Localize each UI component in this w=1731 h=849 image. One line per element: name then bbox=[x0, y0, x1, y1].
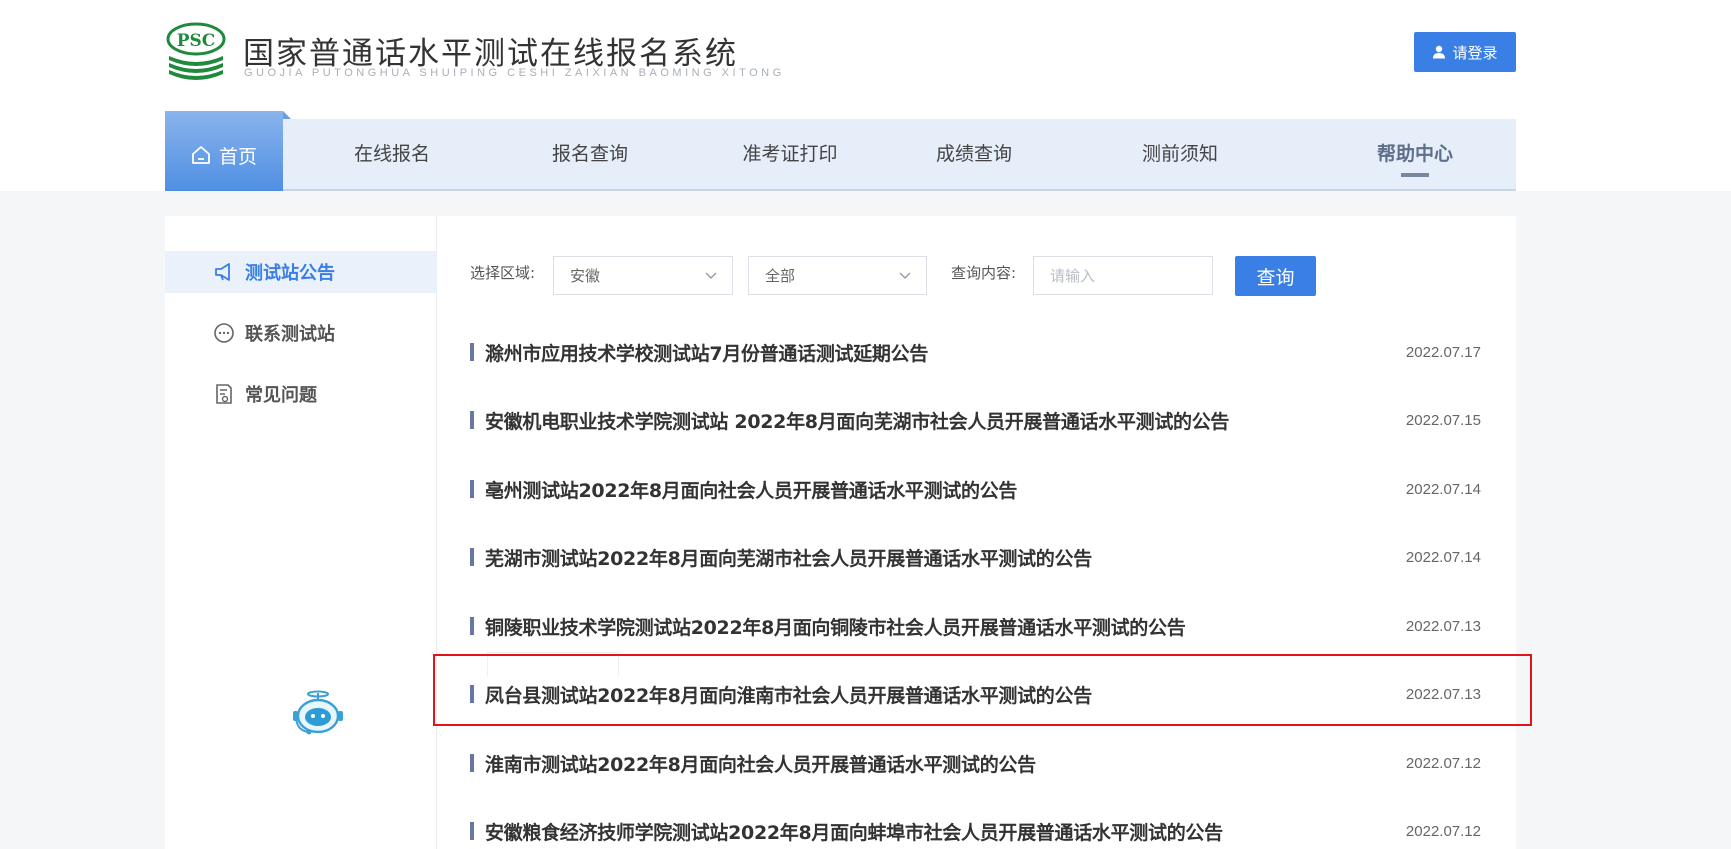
list-bullet bbox=[470, 343, 474, 361]
search-input[interactable] bbox=[1033, 256, 1213, 295]
city-select-value: 全部 bbox=[765, 267, 796, 285]
list-item-highlighted[interactable]: 凤台县测试站2022年8月面向淮南市社会人员开展普通话水平测试的公告 2022.… bbox=[470, 674, 1481, 714]
list-bullet bbox=[470, 617, 474, 635]
query-label: 查询内容: bbox=[951, 264, 1017, 282]
nav-pretest-notice[interactable]: 测前须知 bbox=[1125, 119, 1235, 189]
notice-date: 2022.07.12 bbox=[1405, 754, 1481, 772]
list-item[interactable]: 铜陵职业技术学院测试站2022年8月面向铜陵市社会人员开展普通话水平测试的公告 … bbox=[470, 606, 1481, 646]
notice-title: 安徽粮食经济技师学院测试站2022年8月面向蚌埠市社会人员开展普通话水平测试的公… bbox=[485, 821, 1223, 844]
nav-online-registration[interactable]: 在线报名 bbox=[337, 119, 447, 189]
notice-date: 2022.07.14 bbox=[1405, 548, 1481, 566]
home-icon bbox=[192, 146, 210, 164]
sidebar-item-label: 测试站公告 bbox=[245, 263, 335, 284]
province-select[interactable]: 安徽 bbox=[553, 256, 733, 295]
sidebar-item-faq[interactable]: 常见问题 bbox=[165, 373, 437, 415]
logo-badge-text: PSC bbox=[177, 31, 216, 51]
login-button[interactable]: 请登录 bbox=[1414, 32, 1516, 72]
robot-assistant-icon[interactable] bbox=[288, 690, 348, 740]
chevron-down-icon bbox=[705, 272, 717, 279]
nav-help-center[interactable]: 帮助中心 bbox=[1360, 119, 1470, 189]
notice-date: 2022.07.13 bbox=[1405, 617, 1481, 635]
list-bullet bbox=[470, 548, 474, 566]
notice-date: 2022.07.12 bbox=[1405, 822, 1481, 840]
sidebar: 测试站公告 联系测试站 常见问题 bbox=[165, 216, 437, 849]
notice-title: 滁州市应用技术学校测试站7月份普通话测试延期公告 bbox=[485, 342, 929, 365]
list-item[interactable]: 安徽粮食经济技师学院测试站2022年8月面向蚌埠市社会人员开展普通话水平测试的公… bbox=[470, 811, 1481, 849]
list-item[interactable]: 芜湖市测试站2022年8月面向芜湖市社会人员开展普通话水平测试的公告 2022.… bbox=[470, 537, 1481, 577]
megaphone-icon bbox=[215, 263, 230, 281]
notice-date: 2022.07.14 bbox=[1405, 480, 1481, 498]
nav-registration-query[interactable]: 报名查询 bbox=[535, 119, 645, 189]
notice-date: 2022.07.17 bbox=[1405, 343, 1481, 361]
chevron-down-icon bbox=[899, 272, 911, 279]
notice-title: 芜湖市测试站2022年8月面向芜湖市社会人员开展普通话水平测试的公告 bbox=[485, 547, 1092, 570]
city-select[interactable]: 全部 bbox=[748, 256, 927, 295]
nav-home[interactable]: 首页 bbox=[165, 111, 291, 191]
login-label: 请登录 bbox=[1452, 43, 1498, 62]
list-bullet bbox=[470, 822, 474, 840]
list-bullet bbox=[470, 754, 474, 772]
notice-date: 2022.07.13 bbox=[1405, 685, 1481, 703]
sidebar-item-label: 常见问题 bbox=[245, 385, 317, 406]
site-subtitle: GUOJIA PUTONGHUA SHUIPING CESHI ZAIXIAN … bbox=[244, 67, 785, 79]
list-bullet bbox=[470, 480, 474, 498]
sidebar-item-contact[interactable]: 联系测试站 bbox=[165, 312, 437, 354]
list-bullet bbox=[470, 411, 474, 429]
sidebar-item-label: 联系测试站 bbox=[245, 324, 335, 345]
region-label: 选择区域: bbox=[470, 264, 536, 282]
notice-title: 亳州测试站2022年8月面向社会人员开展普通话水平测试的公告 bbox=[485, 479, 1018, 502]
document-question-icon bbox=[216, 384, 232, 404]
list-item[interactable]: 淮南市测试站2022年8月面向社会人员开展普通话水平测试的公告 2022.07.… bbox=[470, 743, 1481, 783]
main-nav: 首页 在线报名 报名查询 准考证打印 成绩查询 测前须知 帮助中心 bbox=[165, 111, 1516, 191]
notice-title: 铜陵职业技术学院测试站2022年8月面向铜陵市社会人员开展普通话水平测试的公告 bbox=[485, 616, 1186, 639]
nav-active-indicator bbox=[1401, 173, 1429, 177]
notice-date: 2022.07.15 bbox=[1405, 411, 1481, 429]
list-bullet bbox=[470, 685, 474, 703]
user-icon bbox=[1433, 45, 1446, 59]
notice-title: 安徽机电职业技术学院测试站 2022年8月面向芜湖市社会人员开展普通话水平测试的… bbox=[485, 410, 1230, 433]
chat-bubble-icon bbox=[214, 323, 234, 343]
nav-admission-ticket[interactable]: 准考证打印 bbox=[725, 119, 855, 189]
province-select-value: 安徽 bbox=[570, 267, 601, 285]
sidebar-item-announcements[interactable]: 测试站公告 bbox=[165, 251, 437, 293]
psc-logo-icon: PSC bbox=[166, 22, 226, 80]
list-item[interactable]: 亳州测试站2022年8月面向社会人员开展普通话水平测试的公告 2022.07.1… bbox=[470, 469, 1481, 509]
nav-home-label: 首页 bbox=[218, 145, 257, 168]
notice-title: 凤台县测试站2022年8月面向淮南市社会人员开展普通话水平测试的公告 bbox=[485, 684, 1092, 707]
notice-title: 淮南市测试站2022年8月面向社会人员开展普通话水平测试的公告 bbox=[485, 753, 1036, 776]
query-button[interactable]: 查询 bbox=[1235, 256, 1316, 296]
nav-score-query[interactable]: 成绩查询 bbox=[919, 119, 1029, 189]
site-logo[interactable]: PSC 国家普通话水平测试在线报名系统 GUOJIA PUTONGHUA SHU… bbox=[165, 22, 781, 84]
list-item[interactable]: 安徽机电职业技术学院测试站 2022年8月面向芜湖市社会人员开展普通话水平测试的… bbox=[470, 400, 1481, 440]
list-item[interactable]: 滁州市应用技术学校测试站7月份普通话测试延期公告 2022.07.17 bbox=[470, 332, 1481, 372]
